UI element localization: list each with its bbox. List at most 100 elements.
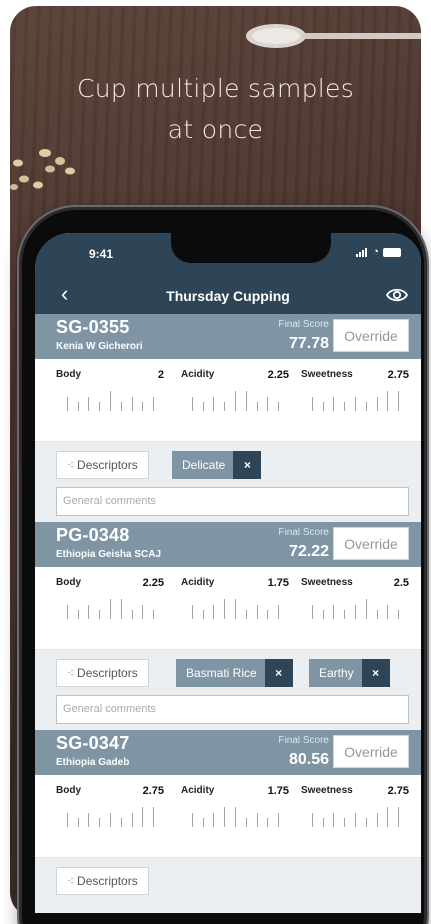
scale-tick [142,402,143,411]
scale-tick [132,610,133,619]
sample-code: SG-0355 [56,317,130,337]
score-value: 1.75 [267,577,289,589]
score-name: Sweetness [301,369,353,380]
descriptor-tag: Earthy × [309,659,390,687]
score-name: Body [56,785,81,796]
scale-tick [387,807,388,827]
scale-tick [344,402,345,411]
sample-header: SG-0347 Ethiopia Gadeb Final Score 80.56… [35,730,421,775]
descriptors-button[interactable]: ⁖ Descriptors [56,659,149,687]
scale-tick [88,813,89,827]
scale-tick [377,397,378,411]
score-value: 2.5 [393,577,409,589]
scale-tick [366,402,367,411]
scale-tick [333,397,334,411]
general-comments-input[interactable]: General comments [56,487,409,516]
final-score-label: Final Score [278,527,329,538]
scale-tick [110,599,111,619]
scale-tick [323,818,324,827]
scale-tick [355,397,356,411]
score-row: Body 2 Acidity 2.25 Sweetness 2.75 [35,359,421,442]
scale-tick [142,605,143,619]
scale-tick [153,610,154,619]
scale-tick [203,818,204,827]
phone-notch [171,233,331,263]
scale-tick [110,813,111,827]
score-scale-slider[interactable] [56,387,164,417]
eye-icon[interactable] [385,286,409,304]
scale-tick [257,402,258,411]
scale-tick [312,813,313,827]
scale-tick [88,397,89,411]
final-score-label: Final Score [278,319,329,330]
score-value: 1.75 [267,785,289,797]
status-icons: ◔ [356,247,401,258]
sample-name: Kenia W Gicherori [56,341,143,352]
scale-tick [312,605,313,619]
remove-tag-icon[interactable]: × [264,659,293,687]
scale-tick [224,599,225,619]
score-scale-slider[interactable] [301,595,409,625]
score-scale-slider[interactable] [301,387,409,417]
spoon-illustration [246,24,421,48]
score-scale-slider[interactable] [181,387,289,417]
scale-tick [235,391,236,411]
navbar: ‹ Thursday Cupping [35,277,421,314]
score-scale-slider[interactable] [181,595,289,625]
scale-tick [224,807,225,827]
descriptors-button[interactable]: ⁖ Descriptors [56,451,149,479]
score-value: 2.25 [142,577,164,589]
score-value: 2 [157,369,164,381]
scale-tick [142,807,143,827]
descriptor-tag: Basmati Rice × [176,659,293,687]
scale-tick [110,391,111,411]
sample-card: PG-0348 Ethiopia Geisha SCAJ Final Score… [35,522,421,730]
final-score-label: Final Score [278,735,329,746]
samples-list[interactable]: SG-0355 Kenia W Gicherori Final Score 77… [35,314,421,903]
score-scale-slider[interactable] [301,803,409,833]
score-name: Body [56,577,81,588]
descriptors-label: Descriptors [77,874,138,888]
scale-tick [323,610,324,619]
final-score-value: 77.78 [288,335,329,352]
score-scale-slider[interactable] [181,803,289,833]
scale-tick [344,818,345,827]
sample-name: Ethiopia Gadeb [56,757,130,768]
scale-tick [121,402,122,411]
coffee-beans-illustration [10,149,75,190]
sample-card: SG-0355 Kenia W Gicherori Final Score 77… [35,314,421,522]
scale-tick [366,599,367,619]
score-name: Body [56,369,81,380]
general-comments-input[interactable]: General comments [56,695,409,724]
descriptor-row: ⁖ Descriptors Basmati Rice × Earthy × [35,650,421,695]
override-button[interactable]: Override [333,319,409,352]
remove-tag-icon[interactable]: × [233,451,262,479]
score-value: 2.75 [387,785,409,797]
scale-tick [99,610,100,619]
sample-card: SG-0347 Ethiopia Gadeb Final Score 80.56… [35,730,421,903]
remove-tag-icon[interactable]: × [361,659,390,687]
override-button[interactable]: Override [333,735,409,768]
tag-label: Basmati Rice [186,666,257,680]
score-scale-slider[interactable] [56,595,164,625]
scale-tick [153,807,154,827]
scale-tick [192,813,193,827]
scale-tick [235,599,236,619]
scale-tick [213,813,214,827]
descriptor-row: ⁖ Descriptors [35,858,421,903]
override-button[interactable]: Override [333,527,409,560]
descriptors-icon: ⁖ [67,874,75,888]
descriptors-button[interactable]: ⁖ Descriptors [56,867,149,895]
scale-tick [121,818,122,827]
app-screen: 9:41 ◔ ‹ Thursday Cupping SG-0355 Kenia … [35,233,421,913]
scale-tick [235,807,236,827]
status-time: 9:41 [89,247,114,261]
score-row: Body 2.25 Acidity 1.75 Sweetness 2.5 [35,567,421,650]
scale-tick [278,813,279,827]
headline: Cup multiple samples at once [10,68,421,150]
scale-tick [267,397,268,411]
score-value: 2.75 [142,785,164,797]
sample-header: PG-0348 Ethiopia Geisha SCAJ Final Score… [35,522,421,567]
sample-header: SG-0355 Kenia W Gicherori Final Score 77… [35,314,421,359]
score-scale-slider[interactable] [56,803,164,833]
